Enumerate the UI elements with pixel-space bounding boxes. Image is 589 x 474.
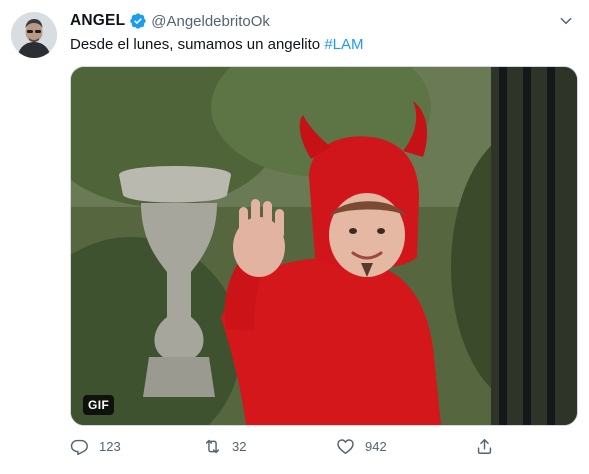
tweet-card[interactable]: ANGEL @AngeldebritoOk Desde el lunes, su… <box>0 0 589 474</box>
reply-icon <box>70 439 88 455</box>
author-handle[interactable]: @AngeldebritoOk <box>151 13 270 30</box>
tweet-text: Desde el lunes, sumamos un angelito #LAM <box>70 35 364 55</box>
gif-thumbnail <box>71 67 577 425</box>
tweet-actions: 123 32 942 <box>70 434 500 458</box>
reply-count: 123 <box>99 438 121 454</box>
author-name[interactable]: ANGEL <box>70 12 125 30</box>
like-button[interactable]: 942 <box>336 434 387 458</box>
like-count: 942 <box>365 438 387 454</box>
more-options-button[interactable] <box>557 12 575 30</box>
chevron-down-icon <box>560 17 572 25</box>
tweet-text-body: Desde el lunes, sumamos un angelito <box>70 36 325 53</box>
retweet-count: 32 <box>232 438 247 454</box>
retweet-icon <box>205 439 220 453</box>
heart-icon <box>337 438 354 454</box>
retweet-button[interactable]: 32 <box>203 434 246 458</box>
verified-badge-icon <box>129 12 147 30</box>
avatar[interactable] <box>11 12 57 58</box>
gif-badge: GIF <box>83 395 115 415</box>
share-button[interactable] <box>475 434 494 458</box>
share-icon <box>477 438 492 454</box>
tweet-media-gif[interactable]: GIF <box>70 66 578 426</box>
reply-button[interactable]: 123 <box>70 434 121 458</box>
avatar-image <box>11 12 57 58</box>
tweet-header: ANGEL @AngeldebritoOk <box>70 10 575 32</box>
hashtag-link[interactable]: #LAM <box>324 36 363 53</box>
